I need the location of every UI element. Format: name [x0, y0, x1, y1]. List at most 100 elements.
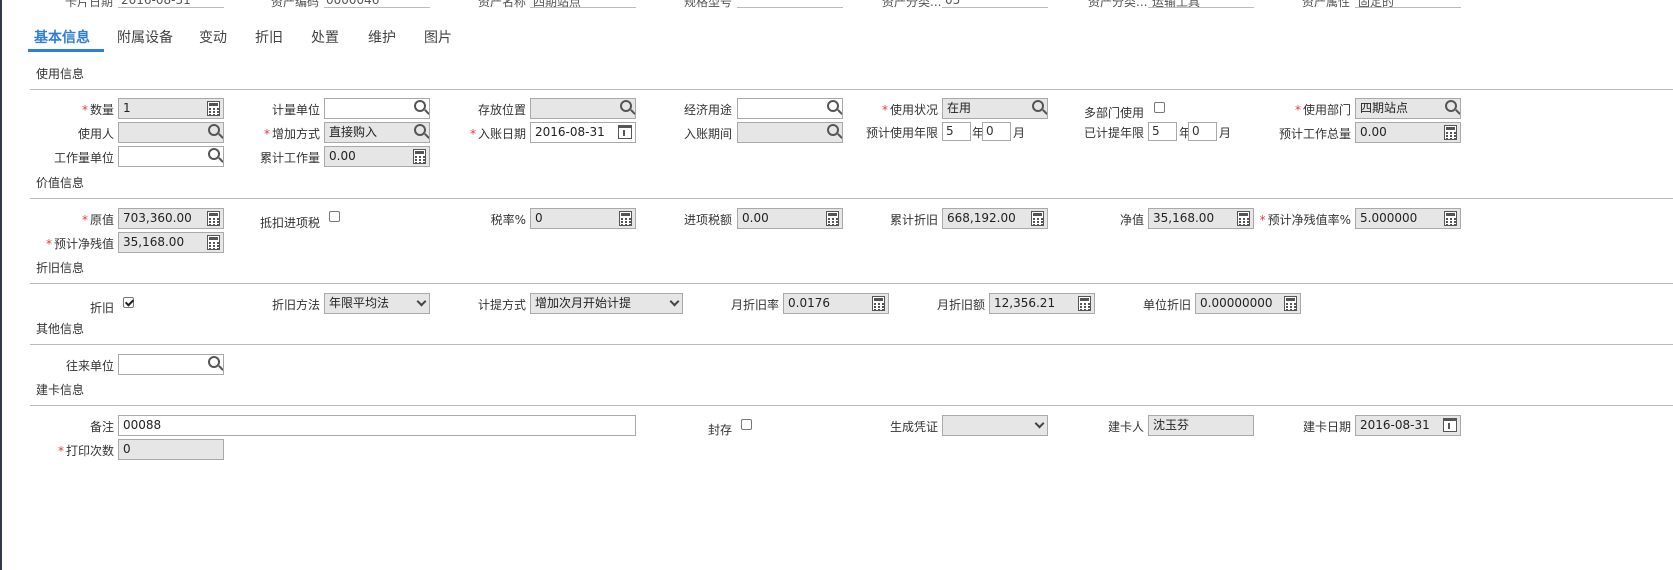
monthly-rate-field[interactable]: 0.0176	[783, 293, 889, 314]
calculator-icon[interactable]	[1284, 296, 1297, 311]
calculator-icon[interactable]	[872, 296, 885, 311]
location-field[interactable]	[530, 98, 636, 119]
asset-code-value: 0000046	[326, 0, 380, 7]
monthly-amount-field[interactable]: 12,356.21	[989, 293, 1095, 314]
tax-rate-field[interactable]: 0	[530, 208, 636, 229]
search-icon[interactable]	[208, 148, 220, 160]
total-work-field[interactable]: 0.00	[1355, 122, 1461, 143]
accrued-life-label: 已计提年限	[1083, 126, 1144, 140]
acc-dep-label: 累计折旧	[889, 213, 938, 227]
dept-field[interactable]: 四期站点	[1355, 98, 1461, 119]
search-icon[interactable]	[827, 100, 839, 112]
user-field[interactable]	[118, 122, 224, 143]
add-method-field[interactable]: 直接购入	[324, 122, 430, 143]
multi-dept-checkbox[interactable]	[1154, 102, 1165, 113]
work-unit-label: 工作量单位	[53, 151, 114, 165]
search-icon[interactable]	[620, 100, 632, 112]
chevron-down-icon[interactable]	[669, 296, 680, 307]
quantity-field[interactable]: 1	[118, 98, 224, 119]
calculator-icon[interactable]	[826, 211, 839, 226]
calculator-icon[interactable]	[1444, 125, 1457, 140]
card-date-value: 2016-08-31	[121, 0, 191, 7]
month-unit: 月	[1013, 126, 1026, 140]
acc-work-field[interactable]: 0.00	[324, 146, 430, 167]
calculator-icon[interactable]	[207, 235, 220, 250]
accrued-life-years-input[interactable]: 5	[1148, 122, 1177, 141]
deduct-tax-label: 抵扣进项税	[259, 216, 320, 230]
net-value-field[interactable]: 35,168.00	[1148, 208, 1254, 229]
work-unit-field[interactable]	[118, 146, 224, 167]
status-field[interactable]: 在用	[942, 98, 1048, 119]
unit-dep-field[interactable]: 0.00000000	[1195, 293, 1301, 314]
calculator-icon[interactable]	[207, 211, 220, 226]
calculator-icon[interactable]	[1237, 211, 1250, 226]
search-icon[interactable]	[1032, 100, 1044, 112]
search-icon[interactable]	[827, 124, 839, 136]
entry-period-field[interactable]	[737, 122, 843, 143]
acc-dep-field[interactable]: 668,192.00	[942, 208, 1048, 229]
residual-value-label: 预计净残值	[53, 237, 114, 251]
chevron-down-icon[interactable]	[1034, 418, 1045, 429]
voucher-select[interactable]	[942, 415, 1048, 436]
calendar-icon[interactable]	[1443, 418, 1457, 432]
header-field-row: 卡片日期 2016-08-31 资产编码 0000046 资产名称 四期站点 规…	[0, 0, 1673, 9]
remark-input[interactable]: 00088	[118, 415, 636, 436]
sealed-checkbox[interactable]	[741, 419, 752, 430]
tab-maintenance[interactable]: 维护	[368, 27, 396, 47]
creator-field[interactable]: 沈玉芬	[1148, 415, 1254, 436]
expected-life-label: 预计使用年限	[865, 126, 938, 140]
depreciate-checkbox[interactable]	[123, 297, 134, 308]
unit-field[interactable]	[324, 98, 430, 119]
tab-images[interactable]: 图片	[424, 27, 452, 47]
card-section-title: 建卡信息	[36, 383, 85, 397]
expected-life-years-input[interactable]: 5	[942, 122, 971, 141]
accrued-life-months-input[interactable]: 0	[1188, 122, 1217, 141]
asset-class-name-label: 资产分类...	[1088, 0, 1148, 9]
chevron-down-icon[interactable]	[416, 296, 427, 307]
residual-value-field[interactable]: 35,168.00	[118, 232, 224, 253]
asset-name-label: 资产名称	[478, 0, 527, 9]
deduct-tax-checkbox[interactable]	[329, 211, 340, 222]
accrual-select[interactable]: 增加次月开始计提	[530, 293, 683, 314]
search-icon[interactable]	[1445, 100, 1457, 112]
econ-use-field[interactable]	[737, 98, 843, 119]
asset-name-value: 四期站点	[533, 0, 582, 9]
orig-value-label: 原值	[89, 213, 114, 227]
search-icon[interactable]	[208, 356, 220, 368]
month-unit: 月	[1219, 126, 1232, 140]
calculator-icon[interactable]	[1078, 296, 1091, 311]
search-icon[interactable]	[414, 124, 426, 136]
calculator-icon[interactable]	[413, 149, 426, 164]
voucher-label: 生成凭证	[889, 420, 938, 434]
tax-rate-label: 税率%	[490, 213, 526, 227]
divider	[30, 344, 1673, 345]
tab-depreciation[interactable]: 折旧	[255, 27, 283, 47]
calendar-icon[interactable]	[618, 125, 632, 139]
orig-value-field[interactable]: 703,360.00	[118, 208, 224, 229]
tab-basic-info[interactable]: 基本信息	[34, 27, 90, 47]
search-icon[interactable]	[208, 124, 220, 136]
partner-field[interactable]	[118, 354, 224, 375]
expected-life-months-input[interactable]: 0	[982, 122, 1011, 141]
other-section-title: 其他信息	[36, 322, 85, 336]
calculator-icon[interactable]	[1031, 211, 1044, 226]
input-tax-field[interactable]: 0.00	[737, 208, 843, 229]
monthly-rate-label: 月折旧率	[730, 298, 779, 312]
entry-date-field[interactable]: 2016-08-31	[530, 122, 636, 143]
print-count-field[interactable]: 0	[118, 439, 224, 460]
tab-disposal[interactable]: 处置	[311, 27, 339, 47]
calculator-icon[interactable]	[1444, 211, 1457, 226]
card-date-label: 卡片日期	[65, 0, 114, 9]
residual-rate-field[interactable]: 5.000000	[1355, 208, 1461, 229]
calculator-icon[interactable]	[207, 101, 220, 116]
tab-accessories[interactable]: 附属设备	[117, 27, 173, 47]
residual-rate-label: 预计净残值率%	[1267, 213, 1351, 227]
spec-label: 规格型号	[684, 0, 733, 9]
create-date-field[interactable]: 2016-08-31	[1355, 415, 1461, 436]
divider	[30, 198, 1673, 199]
unit-dep-label: 单位折旧	[1142, 298, 1191, 312]
dep-method-select[interactable]: 年限平均法	[324, 293, 430, 314]
search-icon[interactable]	[414, 100, 426, 112]
tab-changes[interactable]: 变动	[199, 27, 227, 47]
calculator-icon[interactable]	[619, 211, 632, 226]
